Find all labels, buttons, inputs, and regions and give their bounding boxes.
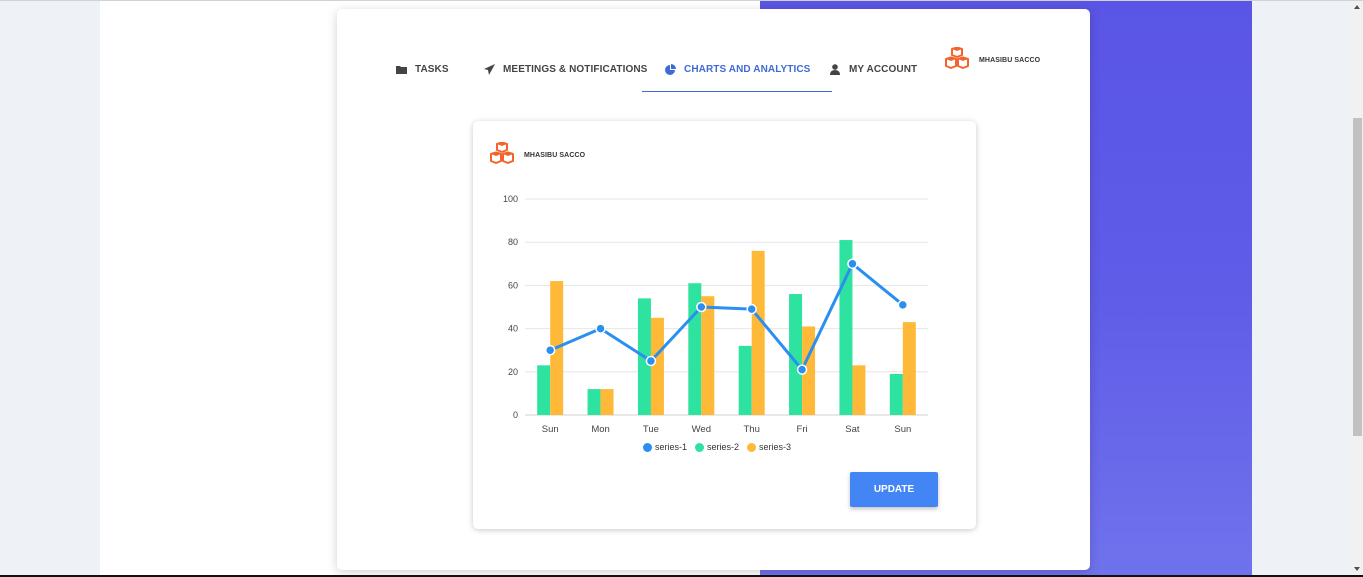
bar-series-3 bbox=[902, 322, 916, 415]
combo-chart: 0 20 40 60 80 100 Sun Mon Tue Wed Thu Fri Sat Sun bbox=[503, 194, 928, 435]
point-series-1 bbox=[847, 258, 858, 270]
x-tick-label: Mon bbox=[591, 424, 609, 435]
bar-series-2 bbox=[889, 373, 903, 415]
legend-label: series-3 bbox=[759, 442, 792, 452]
legend-item-series-2[interactable]: series-2 bbox=[695, 442, 739, 452]
x-tick-label: Sun bbox=[894, 424, 911, 435]
y-tick-label: 20 bbox=[508, 367, 518, 377]
x-tick-label: Fri bbox=[797, 424, 808, 435]
tab-meetings-notifications[interactable]: MEETINGS & NOTIFICATIONS bbox=[483, 47, 647, 91]
tab-label: MY ACCOUNT bbox=[849, 63, 918, 75]
tab-tasks[interactable]: TASKS bbox=[395, 47, 449, 91]
legend-label: series-1 bbox=[655, 442, 688, 452]
point-series-1 bbox=[696, 301, 707, 313]
legend-marker bbox=[747, 442, 757, 452]
bar-series-2 bbox=[587, 389, 601, 415]
point-series-1 bbox=[595, 323, 606, 334]
bar-series-2 bbox=[738, 345, 752, 415]
y-tick-label: 60 bbox=[508, 280, 518, 290]
scrollbar[interactable] bbox=[1352, 1, 1363, 575]
update-button[interactable]: UPDATE bbox=[850, 472, 938, 507]
scroll-down-arrow-icon[interactable] bbox=[1354, 567, 1360, 571]
x-tick-label: Sun bbox=[542, 424, 559, 435]
main-card: TASKS MEETINGS & NOTIFICATIONS CHARTS AN… bbox=[337, 9, 1090, 570]
tab-my-account[interactable]: MY ACCOUNT bbox=[829, 47, 917, 91]
header-brand: MHASIBU SACCO bbox=[945, 46, 1041, 74]
bar-series-3 bbox=[852, 365, 866, 415]
legend-item-series-1[interactable]: series-1 bbox=[643, 442, 687, 452]
chart-card: MHASIBU SACCO 0 20 40 60 80 100 Sun Mon Tue Wed Th… bbox=[473, 121, 976, 529]
point-series-1 bbox=[897, 299, 909, 311]
bar-series-3 bbox=[600, 389, 614, 415]
y-tick-label: 40 bbox=[508, 324, 518, 334]
brand-name: MHASIBU SACCO bbox=[979, 57, 1041, 64]
point-series-1 bbox=[796, 364, 808, 375]
legend-item-series-3[interactable]: series-3 bbox=[747, 442, 791, 452]
legend-marker bbox=[695, 442, 705, 452]
bar-series-3 bbox=[701, 296, 715, 415]
point-series-1 bbox=[544, 344, 556, 356]
user-icon bbox=[829, 63, 841, 75]
y-tick-label: 80 bbox=[508, 237, 518, 247]
pie-chart-icon bbox=[664, 63, 676, 75]
x-tick-label: Thu bbox=[744, 424, 760, 435]
boxes-logo-icon bbox=[945, 46, 969, 74]
legend-marker bbox=[643, 442, 652, 452]
point-series-1 bbox=[645, 355, 657, 367]
folder-icon bbox=[395, 63, 407, 75]
point-series-1 bbox=[746, 303, 757, 315]
paper-plane-icon bbox=[483, 63, 495, 75]
scroll-thumb[interactable] bbox=[1353, 118, 1362, 436]
tab-label: MEETINGS & NOTIFICATIONS bbox=[503, 63, 648, 75]
page-background: TASKS MEETINGS & NOTIFICATIONS CHARTS AN… bbox=[100, 1, 1252, 575]
x-tick-label: Tue bbox=[643, 424, 659, 435]
chart-legend: series-1 series-2 series-3 bbox=[643, 442, 791, 452]
tab-label: TASKS bbox=[415, 63, 449, 75]
scroll-up-arrow-icon[interactable] bbox=[1354, 5, 1360, 9]
bar-series-3 bbox=[650, 317, 664, 415]
tab-charts-analytics[interactable]: CHARTS AND ANALYTICS bbox=[641, 47, 833, 92]
tab-label: CHARTS AND ANALYTICS bbox=[684, 63, 811, 75]
x-tick-label: Sat bbox=[845, 424, 860, 435]
bar-series-3 bbox=[751, 250, 765, 415]
y-tick-label: 0 bbox=[513, 410, 518, 420]
y-tick-label: 100 bbox=[503, 194, 518, 204]
x-tick-label: Wed bbox=[692, 424, 711, 435]
bar-series-2 bbox=[537, 365, 551, 415]
legend-label: series-2 bbox=[707, 442, 740, 452]
tab-bar: TASKS MEETINGS & NOTIFICATIONS CHARTS AN… bbox=[377, 46, 1057, 92]
